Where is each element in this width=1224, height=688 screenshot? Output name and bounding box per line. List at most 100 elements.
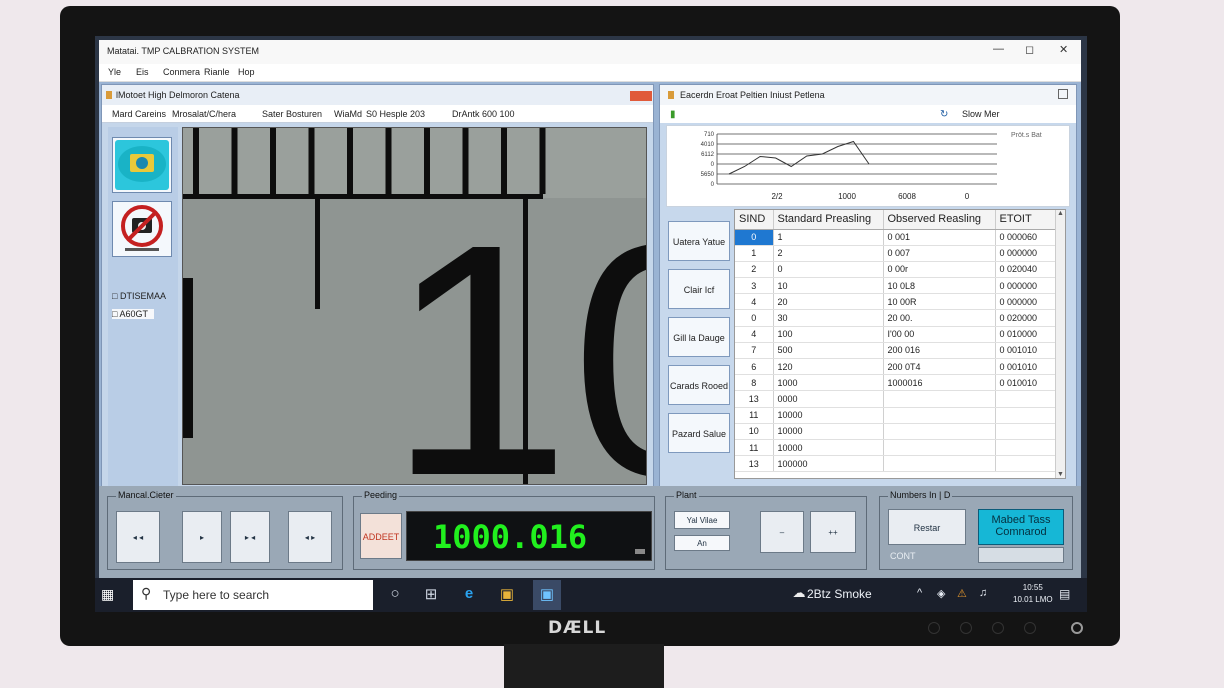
menu-item[interactable]: Yle [108, 67, 121, 77]
checkbox-label: A60GT [119, 309, 148, 319]
table-row[interactable]: 7 500 200 016 0 001010 [735, 342, 1056, 360]
cont-field[interactable] [978, 547, 1064, 563]
ruler-image: 10 [183, 128, 646, 484]
edge-icon[interactable]: e [459, 585, 479, 605]
notification-icon[interactable]: ▤ [1059, 587, 1070, 601]
table-cell: 1000016 [883, 374, 996, 392]
start-icon[interactable]: ▦ [101, 586, 119, 604]
table-row[interactable]: 120 007 0 000000 [735, 245, 1056, 262]
table-row[interactable]: 0 30 20 00. 0 020000 [735, 309, 1056, 327]
pause-button[interactable]: ▸ ◂ [230, 511, 270, 563]
table-column-header[interactable]: SIND [735, 210, 774, 230]
value-field[interactable]: Yal Vilae [674, 511, 730, 529]
save-value-button[interactable]: Pazard Salue [668, 413, 730, 453]
table-row[interactable]: 11 10000 [735, 439, 1056, 457]
volume-icon[interactable]: ♫ [979, 587, 987, 599]
clock[interactable]: 10:55 10.01 LMO [1013, 582, 1053, 606]
table-row[interactable]: 6 120 200 0T4 0 001010 [735, 358, 1056, 376]
toolbar-item[interactable]: Mrosalat/C/hera [172, 109, 236, 119]
table-column-header[interactable]: Standard Preasling [773, 210, 884, 230]
menu-item[interactable]: Rianle [204, 67, 230, 77]
slow-mode-toggle[interactable]: Slow Mer [962, 109, 1000, 119]
capture-button[interactable] [112, 137, 172, 193]
table-row[interactable]: 010 001 0 000060 [735, 229, 1056, 246]
table-cell: 10 0L8 [883, 277, 996, 295]
table-cell: 4 [735, 326, 774, 343]
power-button[interactable] [1071, 622, 1083, 634]
manual-control-group: Mancal.Cieter ◂ ◂ ▸ ▸ ◂ ◂ ▸ [107, 490, 343, 570]
table-row[interactable]: 3 10 10 0L8 0 000000 [735, 277, 1056, 295]
close-icon[interactable] [630, 91, 652, 101]
monitor-button[interactable] [992, 622, 1004, 634]
app-titlebar: Matatai. TMP CALBRATION SYSTEM — ◻ ✕ [99, 40, 1081, 64]
toolbar-item[interactable]: S0 Hesple 203 [366, 109, 425, 119]
alert-icon[interactable]: ⚠ [957, 587, 967, 600]
toolbar-item[interactable]: Mard Careins [112, 109, 166, 119]
refresh-icon[interactable]: ↻ [940, 109, 948, 120]
monitor-button[interactable] [928, 622, 940, 634]
scroll-down-icon[interactable]: ▼ [1057, 471, 1064, 478]
checkbox[interactable]: □ [112, 291, 117, 301]
value-field[interactable]: An [674, 535, 730, 551]
menu-item[interactable]: Eis [136, 67, 149, 77]
menu-item[interactable]: Hop [238, 67, 255, 77]
stop-capture-button[interactable] [112, 201, 172, 257]
gauge-button[interactable]: Gill la Dauge [668, 317, 730, 357]
minimize-icon[interactable]: — [993, 43, 1004, 55]
table-cell [995, 407, 1056, 424]
play-button[interactable]: ▸ [182, 511, 222, 563]
calibration-app-icon[interactable]: ▣ [533, 580, 561, 610]
checkbox[interactable]: □ [112, 309, 117, 319]
table-row[interactable]: 13 0000 [735, 390, 1056, 408]
task-view-icon[interactable]: ○ [385, 585, 405, 605]
table-cell: 200 0T4 [883, 358, 996, 376]
table-row[interactable]: 11 10000 [735, 407, 1056, 424]
adjust-button[interactable]: ADDEET [360, 513, 402, 559]
menubar: Yle Eis Conmera Rianle Hop [99, 64, 1081, 82]
widgets-icon[interactable]: ⊞ [421, 585, 441, 605]
close-icon[interactable]: ✕ [1059, 43, 1068, 56]
restart-button[interactable]: Restar [888, 509, 966, 545]
table-row[interactable]: 4 100 I'00 00 0 010000 [735, 326, 1056, 343]
send-command-button[interactable]: Mabed Tass Comnarod [978, 509, 1064, 545]
maximize-icon[interactable]: ◻ [1025, 43, 1034, 56]
scroll-up-icon[interactable]: ▲ [1057, 210, 1064, 217]
results-panel-titlebar: Eacerdn Eroat Peltien Iniust Petlena [660, 85, 1076, 105]
table-column-header[interactable]: ETOIT [995, 210, 1056, 230]
update-value-button[interactable]: Uatera Yatue [668, 221, 730, 261]
step-forward-button[interactable]: ◂ ▸ [288, 511, 332, 563]
file-explorer-icon[interactable]: ▣ [497, 585, 517, 605]
table-row[interactable]: 10 10000 [735, 423, 1056, 440]
table-row[interactable]: 8 1000 1000016 0 010010 [735, 374, 1056, 392]
monitor-button[interactable] [1024, 622, 1036, 634]
camera-toolbar: Mard Careins Mrosalat/C/hera Sater Bostu… [102, 105, 653, 123]
checkbox-row[interactable]: □ DTISEMAA [112, 291, 166, 301]
taskbar-search[interactable]: ⚲ Type here to search [133, 580, 373, 610]
group-label: Numbers In | D [888, 490, 953, 500]
table-scrollbar[interactable]: ▲ ▼ [1055, 210, 1065, 478]
menu-item[interactable]: Conmera [163, 67, 200, 77]
toolbar-item[interactable]: Sater Bosturen [262, 109, 322, 119]
readout-indicator [635, 549, 645, 554]
table-row[interactable]: 200 00r 0 020040 [735, 261, 1056, 279]
clear-button[interactable]: Clair Icf [668, 269, 730, 309]
monitor-button[interactable] [960, 622, 972, 634]
increment-button[interactable]: ++ [810, 511, 856, 553]
chart-ytick-label: 710 [704, 132, 715, 138]
table-row[interactable]: 13 100000 [735, 455, 1056, 473]
table-row[interactable]: 4 20 10 00R 0 000000 [735, 293, 1056, 311]
table-cell: 1 [735, 245, 774, 262]
network-icon[interactable]: ◈ [937, 587, 945, 600]
toolbar-item[interactable]: DrAntk 600 100 [452, 109, 515, 119]
table-cell: 13 [735, 390, 774, 408]
toolbar-item[interactable]: WiaMd [334, 109, 362, 119]
step-back-button[interactable]: ◂ ◂ [116, 511, 160, 563]
decrement-button[interactable]: – [760, 511, 804, 553]
camera-viewport[interactable]: 10 [182, 127, 647, 485]
records-button[interactable]: Carads Rooed [668, 365, 730, 405]
table-column-header[interactable]: Observed Reasling [883, 210, 996, 230]
checkbox-row[interactable]: □ A60GT [112, 309, 154, 319]
maximize-icon[interactable] [1058, 89, 1068, 99]
chevron-up-icon[interactable]: ^ [917, 587, 922, 599]
table-cell: 0 000000 [995, 293, 1056, 311]
